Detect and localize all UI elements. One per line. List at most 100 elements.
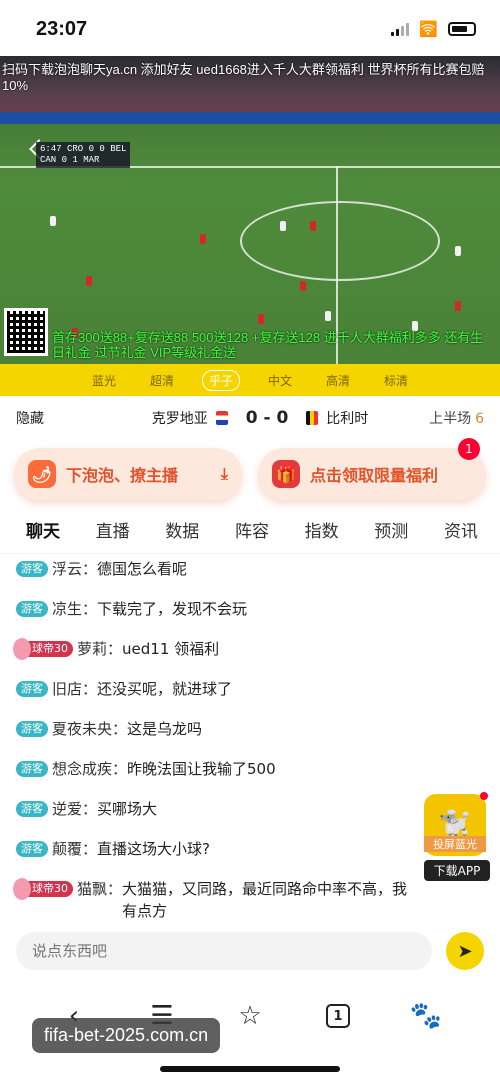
chat-message: 游客 颠覆： 直播这场大小球? — [16, 838, 484, 878]
quality-option[interactable]: 标清 — [378, 371, 414, 390]
period-label: 上半场 — [429, 411, 472, 427]
quality-option[interactable]: 超清 — [144, 371, 180, 390]
guest-badge: 游客 — [16, 801, 48, 817]
chat-message: 游客 逆爱： 买哪场大 — [16, 798, 484, 838]
mascot-icon: 🐩 投屏蓝光 — [424, 792, 488, 856]
chat-text: 下载完了，发现不会玩 — [97, 600, 248, 618]
away-team: 比利时 — [326, 411, 369, 427]
match-score: 0 - 0 — [245, 408, 289, 428]
chat-text: ued11 领福利 — [122, 640, 220, 658]
guest-badge: 游客 — [16, 841, 48, 857]
chat-message: 游客 夏夜未央： 这是乌龙吗 — [16, 718, 484, 758]
notification-badge: 1 — [458, 438, 480, 460]
chat-nick[interactable]: 颠覆： — [52, 838, 97, 860]
tabs-button[interactable]: 1 — [318, 1004, 358, 1028]
guest-badge: 游客 — [16, 601, 48, 617]
chat-list[interactable]: 游客 浮云： 德国怎么看呢 游客 凉生： 下载完了，发现不会玩 球帝30 萝莉： ued11… — [0, 554, 500, 918]
promo-left-label: 下泡泡、撩主播 — [66, 466, 179, 485]
battery-icon — [448, 22, 476, 36]
quality-bar: 蓝光 超清 乎子 中文 高清 标清 — [0, 364, 500, 396]
player — [200, 234, 206, 244]
chat-message: 球帝30 萝莉： ued11 领福利 — [13, 638, 484, 678]
chat-input-bar: ➤ — [0, 918, 500, 984]
quality-option[interactable]: 中文 — [262, 371, 298, 390]
guest-badge: 游客 — [16, 721, 48, 737]
tab-live[interactable]: 直播 — [96, 517, 130, 542]
tab-index[interactable]: 指数 — [305, 517, 339, 542]
match-teams: 克罗地亚 0 - 0 比利时 — [126, 408, 394, 428]
tab-count: 1 — [326, 1004, 350, 1028]
star-icon[interactable]: ☆ — [230, 1001, 270, 1031]
status-time: 23:07 — [36, 18, 88, 40]
chat-nick[interactable]: 逆爱： — [52, 798, 97, 820]
chat-nick[interactable]: 萝莉： — [77, 638, 122, 660]
chat-text: 买哪场大 — [97, 800, 158, 818]
chat-nick[interactable]: 旧店： — [52, 678, 97, 700]
chili-icon: 🌶 — [28, 460, 56, 488]
chat-text: 昨晚法国让我输了500 — [127, 760, 276, 778]
tab-data[interactable]: 数据 — [165, 517, 199, 542]
match-minute: 6 — [475, 411, 484, 427]
player — [455, 301, 461, 311]
level-badge: 球帝30 — [13, 878, 73, 900]
home-indicator[interactable] — [160, 1066, 340, 1072]
paw-icon[interactable]: 🐾 — [406, 1001, 446, 1031]
hide-button[interactable]: 隐藏 — [16, 408, 126, 428]
guest-badge: 游客 — [16, 761, 48, 777]
bottom-scroll-banner: 首存300送88+复存送88 500送128 +复存送128 进千人大群福利多多… — [52, 330, 484, 360]
qr-code — [4, 308, 48, 356]
player — [310, 221, 316, 231]
chat-message: 游客 旧店： 还没买呢，就进球了 — [16, 678, 484, 718]
belgium-flag-icon — [306, 411, 319, 425]
guest-badge: 游客 — [16, 561, 48, 577]
promo-gift-button[interactable]: 🎁 点击领取限量福利 1 — [258, 438, 486, 500]
gift-icon: 🎁 — [272, 460, 300, 488]
download-app-float[interactable]: 🐩 投屏蓝光 下载APP — [424, 792, 490, 881]
top-scroll-banner: 扫码下载泡泡聊天ya.cn 添加好友 ued1668进入千人大群领福利 世界杯所… — [2, 62, 485, 93]
chat-input[interactable] — [16, 932, 432, 970]
center-circle — [240, 201, 440, 281]
player — [258, 314, 264, 324]
send-icon: ➤ — [457, 940, 473, 962]
chat-nick[interactable]: 凉生： — [52, 598, 97, 620]
signal-icon — [391, 22, 410, 36]
chat-nick[interactable]: 浮云： — [52, 558, 97, 580]
player — [86, 276, 92, 286]
chat-text: 直播这场大小球? — [97, 840, 210, 858]
video-player[interactable]: 扫码下载泡泡聊天ya.cn 添加好友 ued1668进入千人大群领福利 世界杯所… — [0, 56, 500, 364]
video-scoreboard: 6:47 CRO 0 0 BEL CAN 0 1 MAR — [36, 142, 131, 168]
player — [300, 281, 306, 291]
guest-badge: 游客 — [16, 681, 48, 697]
match-period: 上半场 6 — [394, 408, 484, 428]
chat-message: 游客 浮云： 德国怎么看呢 — [16, 558, 484, 598]
chat-nick[interactable]: 猫飘： — [77, 878, 122, 900]
quality-option[interactable]: 高清 — [320, 371, 356, 390]
quality-option[interactable]: 蓝光 — [86, 371, 122, 390]
tab-chat[interactable]: 聊天 — [26, 517, 60, 542]
promo-download-button[interactable]: 🌶 下泡泡、撩主播 ⤓ — [14, 448, 242, 500]
watermark: fifa-bet-2025.com.cn — [32, 1018, 221, 1053]
ad-board — [0, 112, 500, 124]
croatia-flag-icon — [215, 411, 228, 425]
scoreboard-line2: CAN 0 1 MAR — [40, 155, 100, 165]
download-icon: ⤓ — [220, 464, 228, 483]
player — [325, 311, 331, 321]
home-team: 克罗地亚 — [151, 411, 208, 427]
quality-option-active[interactable]: 乎子 — [201, 369, 240, 391]
chat-nick[interactable]: 夏夜未央： — [52, 718, 127, 740]
status-icons: 🛜 — [391, 20, 476, 38]
send-button[interactable]: ➤ — [446, 932, 484, 970]
chat-text: 大猫猫，又同路，最近同路命中率不高，我有点方 — [122, 880, 408, 918]
chat-text: 还没买呢，就进球了 — [97, 680, 233, 698]
wifi-icon: 🛜 — [419, 20, 438, 38]
player — [50, 216, 56, 226]
player — [280, 221, 286, 231]
player — [455, 246, 461, 256]
chat-message: 游客 凉生： 下载完了，发现不会玩 — [16, 598, 484, 638]
tab-lineup[interactable]: 阵容 — [235, 517, 269, 542]
chat-nick[interactable]: 想念成疾： — [52, 758, 127, 780]
chat-message: 球帝30 猫飘： 大猫猫，又同路，最近同路命中率不高，我有点方 — [13, 878, 484, 918]
chat-message: 游客 想念成疾： 昨晚法国让我输了500 — [16, 758, 484, 798]
tab-news[interactable]: 资讯 — [444, 517, 478, 542]
tab-prediction[interactable]: 预测 — [374, 517, 408, 542]
